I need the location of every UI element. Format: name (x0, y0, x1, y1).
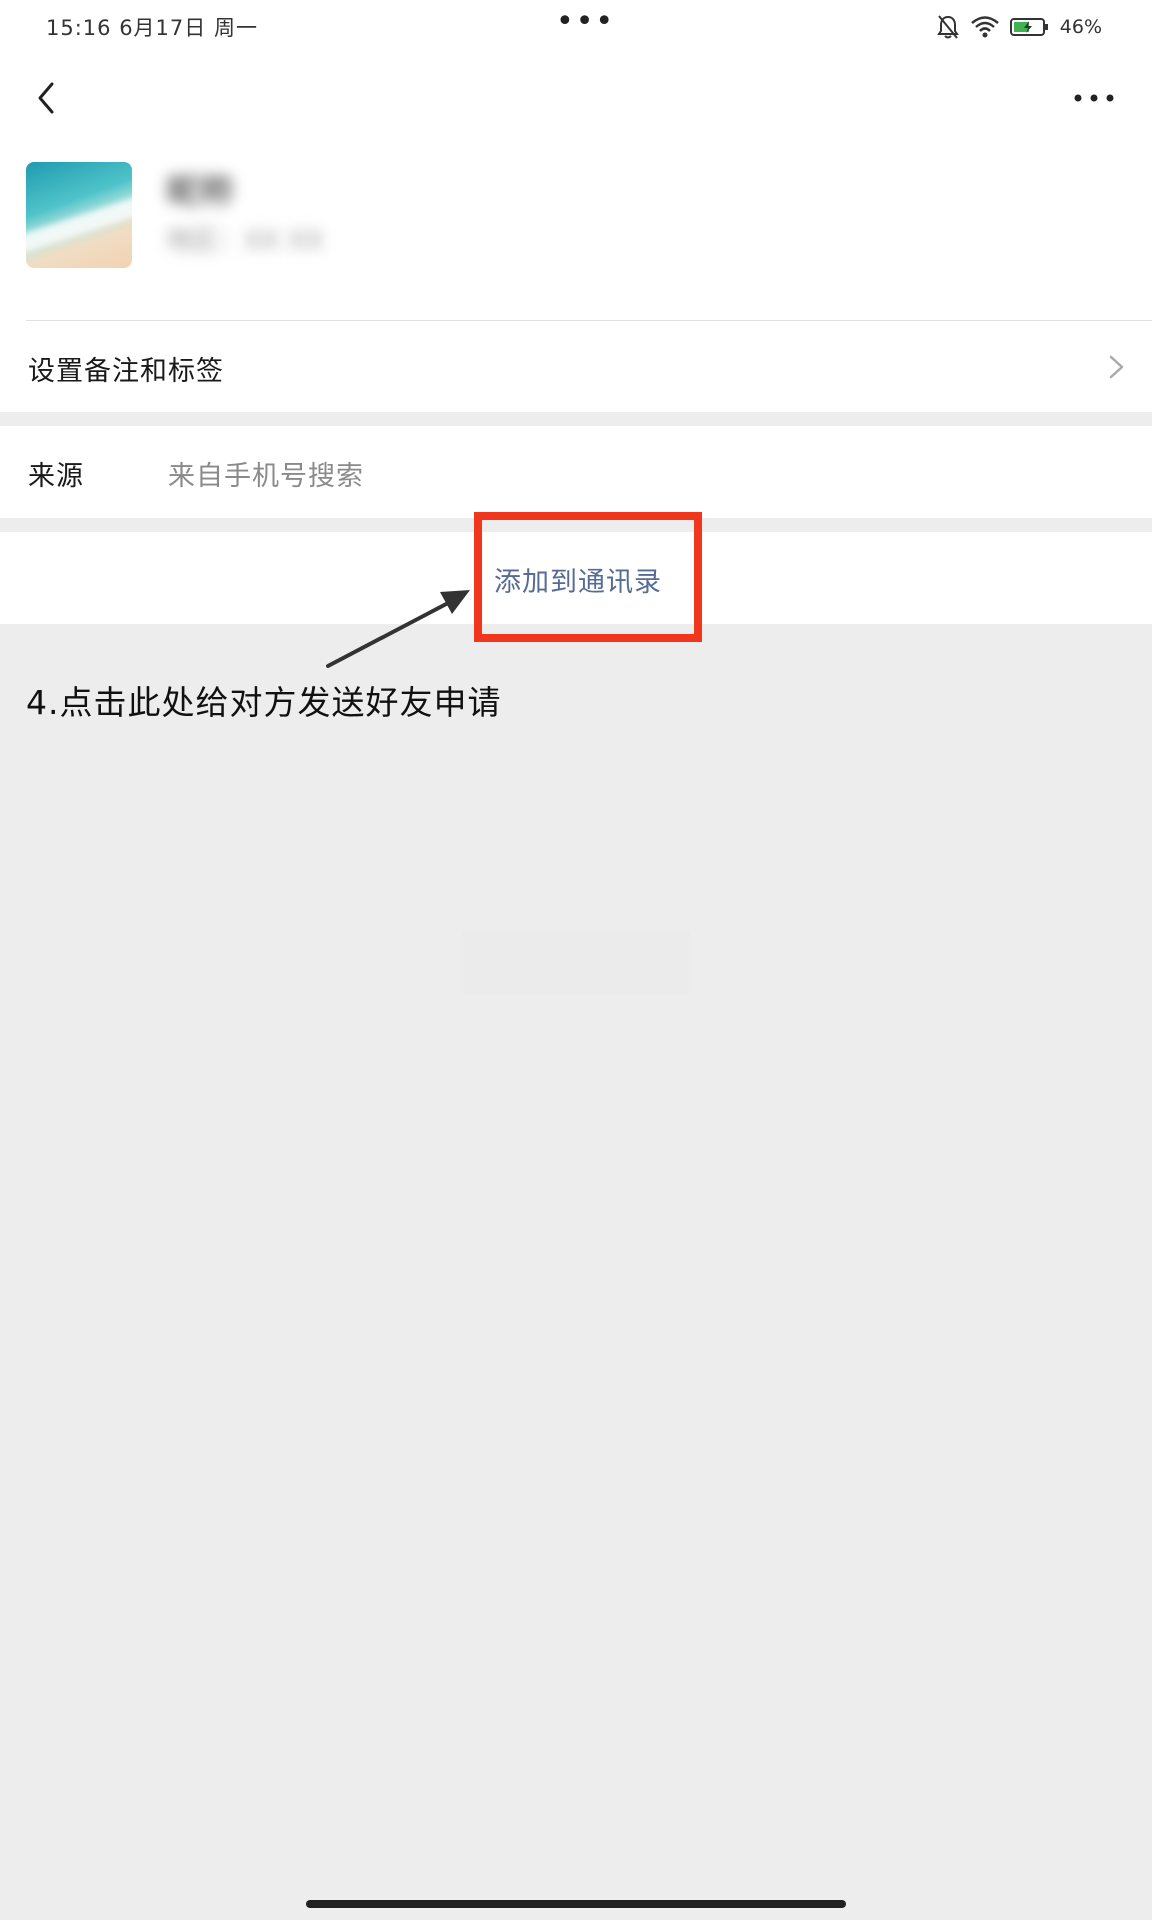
home-indicator[interactable] (306, 1900, 846, 1908)
source-row: 来源 来自手机号搜索 (0, 426, 1152, 518)
chevron-left-icon (38, 82, 54, 114)
chevron-right-icon (1109, 355, 1124, 379)
highlight-box (474, 512, 702, 642)
status-icons: 46% (936, 14, 1102, 40)
battery-icon (1009, 18, 1048, 36)
source-value: 来自手机号搜索 (168, 461, 364, 492)
wifi-icon (970, 16, 999, 38)
status-center-dots: ••• (556, 4, 616, 39)
profile-name: 昵称 (166, 172, 234, 212)
annotation-text: 4.点击此处给对方发送好友申请 (26, 683, 502, 722)
nav-bar (0, 60, 1152, 136)
ghost-button (462, 930, 690, 994)
annotation-arrow-icon (326, 590, 470, 668)
source-label: 来源 (28, 461, 84, 492)
remark-and-tags-row[interactable]: 设置备注和标签 (0, 321, 1152, 412)
avatar[interactable] (26, 162, 132, 268)
back-button[interactable] (26, 74, 74, 122)
more-button[interactable] (1066, 74, 1122, 122)
remark-label: 设置备注和标签 (28, 356, 224, 387)
profile-subtitle: 地区：XX XX (166, 226, 324, 256)
battery-level: 46% (1059, 16, 1102, 38)
avatar-foam (26, 192, 132, 254)
status-bar: 15:16 6月17日 周一 ••• 46% (0, 0, 1152, 56)
bell-muted-icon (936, 15, 959, 39)
status-time: 15:16 6月17日 周一 (46, 16, 258, 40)
more-dots-icon (1074, 94, 1114, 102)
